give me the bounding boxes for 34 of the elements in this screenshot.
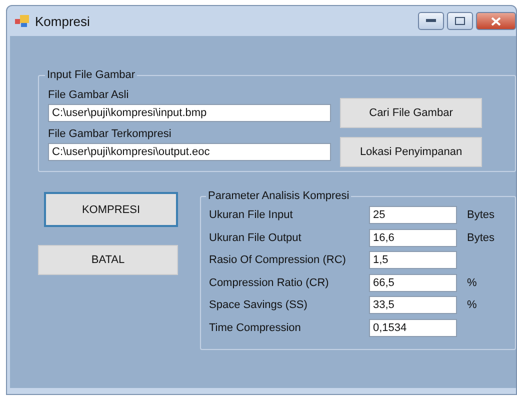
app-icon: [15, 15, 29, 27]
value-field[interactable]: 16,6: [369, 228, 457, 247]
parameter-label: Time Compression: [209, 322, 302, 334]
value-field[interactable]: 66,5: [369, 274, 457, 292]
window-title: Kompresi: [35, 14, 91, 28]
parameter-label: Space Savings (SS): [209, 299, 308, 312]
parameter-label: Compression Ratio (CR): [209, 276, 330, 289]
group-title: Parameter Analisis Kompresi: [207, 190, 350, 202]
browse-button[interactable]: Cari File Gambar: [340, 98, 482, 128]
parameter-label: Ukuran File Output: [209, 232, 302, 244]
minimize-button[interactable]: [418, 12, 444, 30]
close-button[interactable]: [476, 12, 516, 30]
parameter-label: Ukuran File Input: [209, 209, 294, 222]
unit-label: %: [467, 299, 478, 312]
action-button[interactable]: KOMPRESI: [44, 192, 178, 227]
maximize-button[interactable]: [447, 12, 473, 30]
value-field[interactable]: 0,1534: [369, 318, 457, 337]
field-label: File Gambar Terkompresi: [48, 128, 172, 140]
unit-label: Bytes: [467, 209, 496, 222]
input-field[interactable]: C:\user\puji\kompresi\output.eoc: [48, 143, 331, 161]
value-field[interactable]: 33,5: [369, 296, 457, 314]
parameter-label: Rasio Of Compression (RC): [209, 254, 347, 266]
browse-button[interactable]: Lokasi Penyimpanan: [340, 137, 482, 167]
unit-label: %: [467, 276, 478, 289]
field-label: File Gambar Asli: [48, 89, 130, 101]
group-title: Input File Gambar: [46, 69, 136, 81]
maximize-icon: [455, 17, 465, 25]
close-icon: [491, 16, 501, 26]
minimize-icon: [426, 19, 436, 23]
value-field[interactable]: 1,5: [369, 251, 457, 270]
value-field[interactable]: 25: [369, 206, 457, 224]
input-field[interactable]: C:\user\puji\kompresi\input.bmp: [48, 104, 331, 122]
unit-label: Bytes: [467, 232, 496, 244]
action-button[interactable]: BATAL: [38, 245, 178, 275]
